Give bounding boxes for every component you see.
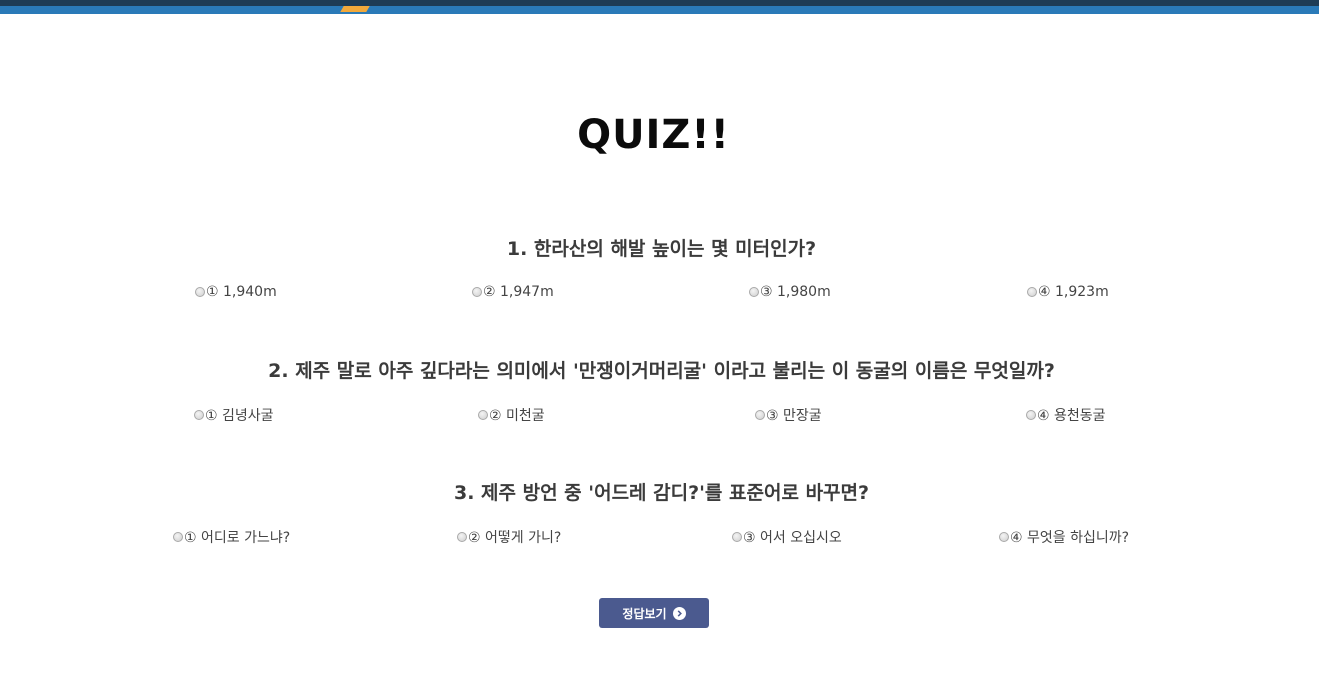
- question-2-option-2[interactable]: ② 미천굴: [478, 405, 545, 425]
- radio-button[interactable]: [173, 532, 183, 542]
- question-1: 1. 한라산의 해발 높이는 몇 미터인가?: [506, 238, 817, 260]
- radio-button[interactable]: [457, 532, 467, 542]
- top-banner-accent: [340, 6, 370, 12]
- radio-button[interactable]: [732, 532, 742, 542]
- radio-button[interactable]: [1027, 287, 1037, 297]
- question-3-option-4[interactable]: ④ 무엇을 하십니까?: [999, 527, 1129, 547]
- question-1-option-4[interactable]: ④ 1,923m: [1027, 284, 1109, 300]
- option-label: ③ 어서 오십시오: [743, 530, 842, 546]
- radio-button[interactable]: [1026, 410, 1036, 420]
- option-label: ④ 1,923m: [1038, 284, 1109, 300]
- option-label: ① 1,940m: [206, 284, 277, 300]
- option-label: ④ 용천동굴: [1037, 408, 1106, 424]
- question-1-option-1[interactable]: ① 1,940m: [195, 284, 277, 300]
- radio-button[interactable]: [194, 410, 204, 420]
- question-2-option-1[interactable]: ① 김녕사굴: [194, 405, 274, 425]
- question-3-option-3[interactable]: ③ 어서 오십시오: [732, 527, 842, 547]
- radio-button[interactable]: [478, 410, 488, 420]
- option-label: ② 어떻게 가니?: [468, 530, 562, 546]
- radio-button[interactable]: [472, 287, 482, 297]
- question-2-options: ① 김녕사굴 ② 미천굴 ③ 만장굴 ④ 용천동굴: [0, 405, 1319, 429]
- option-label: ③ 1,980m: [760, 284, 831, 300]
- option-label: ④ 무엇을 하십니까?: [1010, 530, 1130, 546]
- radio-button[interactable]: [755, 410, 765, 420]
- question-1-option-3[interactable]: ③ 1,980m: [749, 284, 831, 300]
- option-label: ① 김녕사굴: [205, 408, 274, 424]
- radio-button[interactable]: [195, 287, 205, 297]
- question-2-option-3[interactable]: ③ 만장굴: [755, 405, 822, 425]
- question-3: 3. 제주 방언 중 '어드레 감디?'를 표준어로 바꾸면?: [453, 482, 870, 504]
- option-label: ① 어디로 가느냐?: [184, 530, 291, 546]
- question-1-option-2[interactable]: ② 1,947m: [472, 284, 554, 300]
- option-label: ② 1,947m: [483, 284, 554, 300]
- option-label: ③ 만장굴: [766, 408, 822, 424]
- question-1-options: ① 1,940m ② 1,947m ③ 1,980m ④ 1,923m: [0, 284, 1319, 308]
- question-3-option-1[interactable]: ① 어디로 가느냐?: [173, 527, 290, 547]
- question-2-option-4[interactable]: ④ 용천동굴: [1026, 405, 1106, 425]
- show-answer-label: 정답보기: [622, 606, 667, 621]
- top-banner-dark-strip: [0, 0, 1319, 6]
- question-3-options: ① 어디로 가느냐? ② 어떻게 가니? ③ 어서 오십시오 ④ 무엇을 하십니…: [0, 527, 1319, 551]
- question-3-option-2[interactable]: ② 어떻게 가니?: [457, 527, 561, 547]
- show-answer-button[interactable]: 정답보기: [599, 598, 709, 628]
- radio-button[interactable]: [999, 532, 1009, 542]
- chevron-right-circle-icon: [672, 606, 686, 620]
- option-label: ② 미천굴: [489, 408, 545, 424]
- question-2: 2. 제주 말로 아주 깊다라는 의미에서 '만쟁이거머리굴' 이라고 불리는 …: [268, 360, 1055, 382]
- page-title: QUIZ!!: [577, 112, 730, 158]
- radio-button[interactable]: [749, 287, 759, 297]
